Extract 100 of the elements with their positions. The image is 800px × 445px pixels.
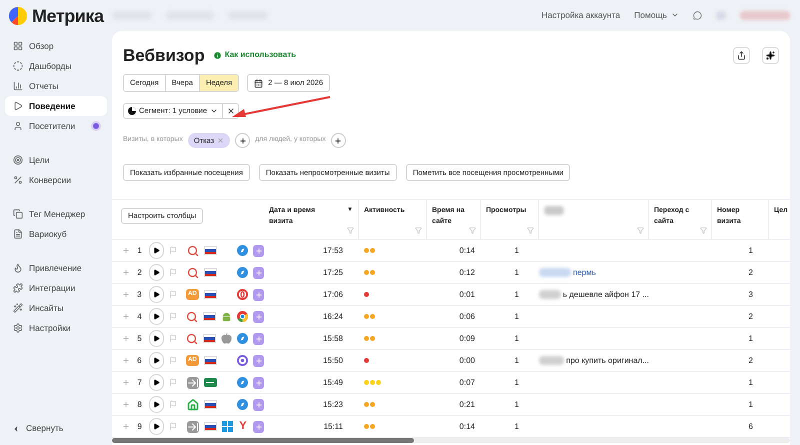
sidebar-item[interactable]: Вариокуб: [5, 224, 107, 244]
expand-icon[interactable]: [122, 378, 130, 387]
help-link[interactable]: Как использовать: [212, 49, 296, 62]
add-button[interactable]: [253, 354, 264, 366]
sidebar-item[interactable]: Дашборды: [5, 56, 107, 76]
sidebar-item[interactable]: Отчеты: [5, 76, 107, 96]
sidebar-item[interactable]: Цели: [5, 150, 107, 170]
filter-icon[interactable]: [415, 227, 422, 234]
visit-number: 3: [748, 290, 753, 298]
visit-time: 15:49: [322, 378, 343, 386]
visit-number: 2: [748, 268, 753, 276]
close-icon: [226, 107, 235, 115]
sidebar-item[interactable]: Поведение: [5, 96, 107, 116]
blurred-text: [539, 356, 564, 365]
play-button[interactable]: [149, 396, 164, 413]
play-button[interactable]: [148, 308, 164, 325]
plus-icon: [334, 136, 342, 144]
play-icon: [152, 357, 160, 364]
sidebar-item[interactable]: Интеграции: [5, 278, 107, 298]
collapse-button[interactable]: Свернуть: [12, 422, 112, 435]
duration: 0:09: [459, 334, 475, 342]
flag-outline-icon[interactable]: [169, 312, 178, 321]
page-views: 1: [514, 356, 519, 364]
add-button[interactable]: [253, 310, 264, 322]
expand-icon[interactable]: [122, 422, 130, 431]
flag-outline-icon[interactable]: [169, 422, 178, 431]
user-icon: [13, 121, 23, 131]
play-button[interactable]: [148, 352, 164, 369]
flag-outline-icon[interactable]: [169, 334, 178, 343]
expand-icon[interactable]: [122, 400, 130, 409]
row-number: 3: [136, 288, 143, 300]
play-button[interactable]: [148, 330, 164, 347]
expand-icon[interactable]: [122, 268, 130, 277]
duration: 0:21: [459, 400, 475, 408]
flag-outline-icon[interactable]: [168, 290, 177, 299]
plus-icon: [254, 312, 263, 320]
percent-icon: [13, 175, 23, 185]
logo-text: Метрика: [32, 4, 104, 28]
filter-icon[interactable]: [347, 227, 354, 234]
play-button[interactable]: [149, 264, 164, 281]
filter-icon[interactable]: [637, 227, 644, 234]
search-phrase-link[interactable]: пермь: [573, 266, 596, 278]
flag-outline-icon[interactable]: [168, 356, 177, 365]
add-button[interactable]: [253, 244, 264, 256]
add-condition-button[interactable]: [330, 133, 346, 148]
row-number: 4: [136, 310, 143, 322]
assistant-button[interactable]: [762, 46, 779, 64]
chevron-left-icon: [12, 424, 20, 433]
sidebar-item[interactable]: Инсайты: [5, 298, 107, 318]
dashed-circle-icon: [13, 61, 23, 71]
add-button[interactable]: [253, 376, 264, 388]
play-button[interactable]: [149, 374, 164, 391]
logo-icon: [8, 6, 28, 26]
add-button[interactable]: [253, 420, 264, 432]
page-views: 1: [514, 290, 519, 298]
filter-icon[interactable]: [469, 227, 476, 234]
plus-icon: [254, 290, 263, 298]
sidebar-item[interactable]: Посетители: [5, 116, 107, 136]
filter-icon[interactable]: [527, 227, 534, 234]
add-button[interactable]: [253, 332, 264, 344]
add-button[interactable]: [253, 288, 264, 300]
expand-icon[interactable]: [122, 312, 130, 321]
blurred-text: [539, 290, 561, 299]
sidebar-item[interactable]: Конверсии: [5, 170, 107, 190]
help-menu[interactable]: Помощь: [634, 8, 679, 22]
search-phrase: про купить оригинал...: [566, 354, 649, 366]
sidebar-item[interactable]: Привлечение: [5, 258, 107, 278]
play-button[interactable]: [148, 286, 164, 303]
add-condition-button[interactable]: [235, 133, 250, 148]
visit-time: 15:50: [322, 356, 343, 364]
page-views: 1: [514, 268, 519, 276]
expand-icon[interactable]: [122, 356, 130, 365]
play-button[interactable]: [149, 418, 164, 435]
sidebar-item[interactable]: Настройки: [5, 318, 107, 338]
target-icon: [13, 155, 23, 165]
expand-icon[interactable]: [122, 334, 130, 343]
duration: 0:12: [459, 268, 475, 276]
expand-icon[interactable]: [122, 290, 130, 299]
flag-outline-icon[interactable]: [169, 268, 178, 277]
row-number: 7: [136, 376, 143, 388]
scrollbar[interactable]: [112, 438, 790, 443]
visit-number: 1: [748, 378, 753, 386]
chat-icon[interactable]: [693, 10, 702, 20]
play-button[interactable]: [149, 242, 164, 259]
flag-outline-icon[interactable]: [169, 400, 178, 409]
flag-outline-icon[interactable]: [169, 246, 178, 255]
flag-outline-icon[interactable]: [169, 378, 178, 387]
blurred-text: [740, 10, 790, 20]
account-settings-link[interactable]: Настройка аккаунта: [541, 8, 620, 22]
duration: 0:14: [459, 246, 475, 254]
sidebar-item[interactable]: Тег Менеджер: [5, 204, 107, 224]
sidebar-item[interactable]: Обзор: [5, 36, 107, 56]
browser-logo: Y: [239, 421, 247, 432]
add-button[interactable]: [253, 398, 264, 410]
filter-icon[interactable]: [700, 227, 707, 234]
chevron-down-icon: [210, 107, 218, 115]
expand-icon[interactable]: [122, 246, 130, 255]
share-button[interactable]: [733, 46, 750, 64]
duration: 0:06: [459, 312, 475, 320]
add-button[interactable]: [253, 266, 264, 278]
